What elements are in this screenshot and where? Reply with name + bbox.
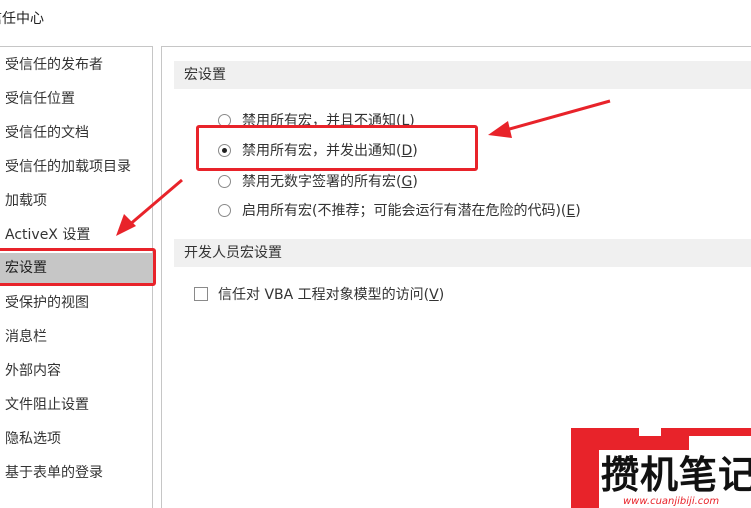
sidebar-item-macro-settings[interactable]: 宏设置	[0, 253, 152, 283]
radio-label: 禁用所有宏，并且不通知(L)	[242, 113, 415, 129]
radio-button[interactable]	[218, 113, 231, 127]
radio-label: 禁用无数字签署的所有宏(G)	[242, 174, 418, 190]
sidebar-item-privacy-options[interactable]: 隐私选项	[5, 424, 61, 454]
sidebar-item-addins[interactable]: 加载项	[5, 186, 47, 216]
sidebar-item-form-based-signin[interactable]: 基于表单的登录	[5, 458, 103, 488]
macro-settings-header: 宏设置	[174, 61, 751, 89]
sidebar-item-file-block-settings[interactable]: 文件阻止设置	[5, 390, 89, 420]
checkbox-trust-vba-access[interactable]: 信任对 VBA 工程对象模型的访问(V)	[194, 283, 444, 305]
watermark-url: www.cuanjibiji.com	[623, 496, 720, 507]
watermark-logo: 攒机笔记 www.cuanjibiji.com	[571, 424, 751, 508]
sidebar-item-trusted-addin-catalogs[interactable]: 受信任的加载项目录	[5, 152, 131, 182]
radio-enable-all[interactable]: 启用所有宏(不推荐；可能会运行有潜在危险的代码)(E)	[218, 199, 581, 221]
developer-macro-settings-header: 开发人员宏设置	[174, 239, 751, 267]
window-title: 信任中心	[0, 11, 44, 27]
sidebar-item-trusted-documents[interactable]: 受信任的文档	[5, 118, 89, 148]
sidebar-item-trusted-locations[interactable]: 受信任位置	[5, 84, 75, 114]
checkbox-label: 信任对 VBA 工程对象模型的访问(V)	[218, 287, 445, 303]
logo-shape-notch	[639, 424, 661, 436]
sidebar-item-trusted-publishers[interactable]: 受信任的发布者	[5, 50, 103, 80]
radio-label: 启用所有宏(不推荐；可能会运行有潜在危险的代码)(E)	[242, 203, 581, 219]
sidebar-item-activex-settings[interactable]: ActiveX 设置	[5, 220, 90, 250]
sidebar-item-protected-view[interactable]: 受保护的视图	[5, 288, 89, 318]
radio-button-checked[interactable]	[218, 143, 231, 157]
radio-button[interactable]	[218, 203, 231, 217]
sidebar: 受信任的发布者 受信任位置 受信任的文档 受信任的加载项目录 加载项 Activ…	[0, 46, 153, 508]
radio-label: 禁用所有宏，并发出通知(D)	[242, 143, 418, 159]
radio-button[interactable]	[218, 174, 231, 188]
radio-disable-all-with-notify[interactable]: 禁用所有宏，并发出通知(D)	[218, 139, 418, 161]
sidebar-item-message-bar[interactable]: 消息栏	[5, 322, 47, 352]
radio-disable-unsigned[interactable]: 禁用无数字签署的所有宏(G)	[218, 170, 418, 192]
logo-shape-left	[571, 448, 599, 508]
sidebar-item-external-content[interactable]: 外部内容	[5, 356, 61, 386]
checkbox[interactable]	[194, 287, 208, 301]
radio-disable-all-no-notify[interactable]: 禁用所有宏，并且不通知(L)	[218, 109, 415, 131]
watermark-brand: 攒机笔记	[601, 453, 751, 497]
